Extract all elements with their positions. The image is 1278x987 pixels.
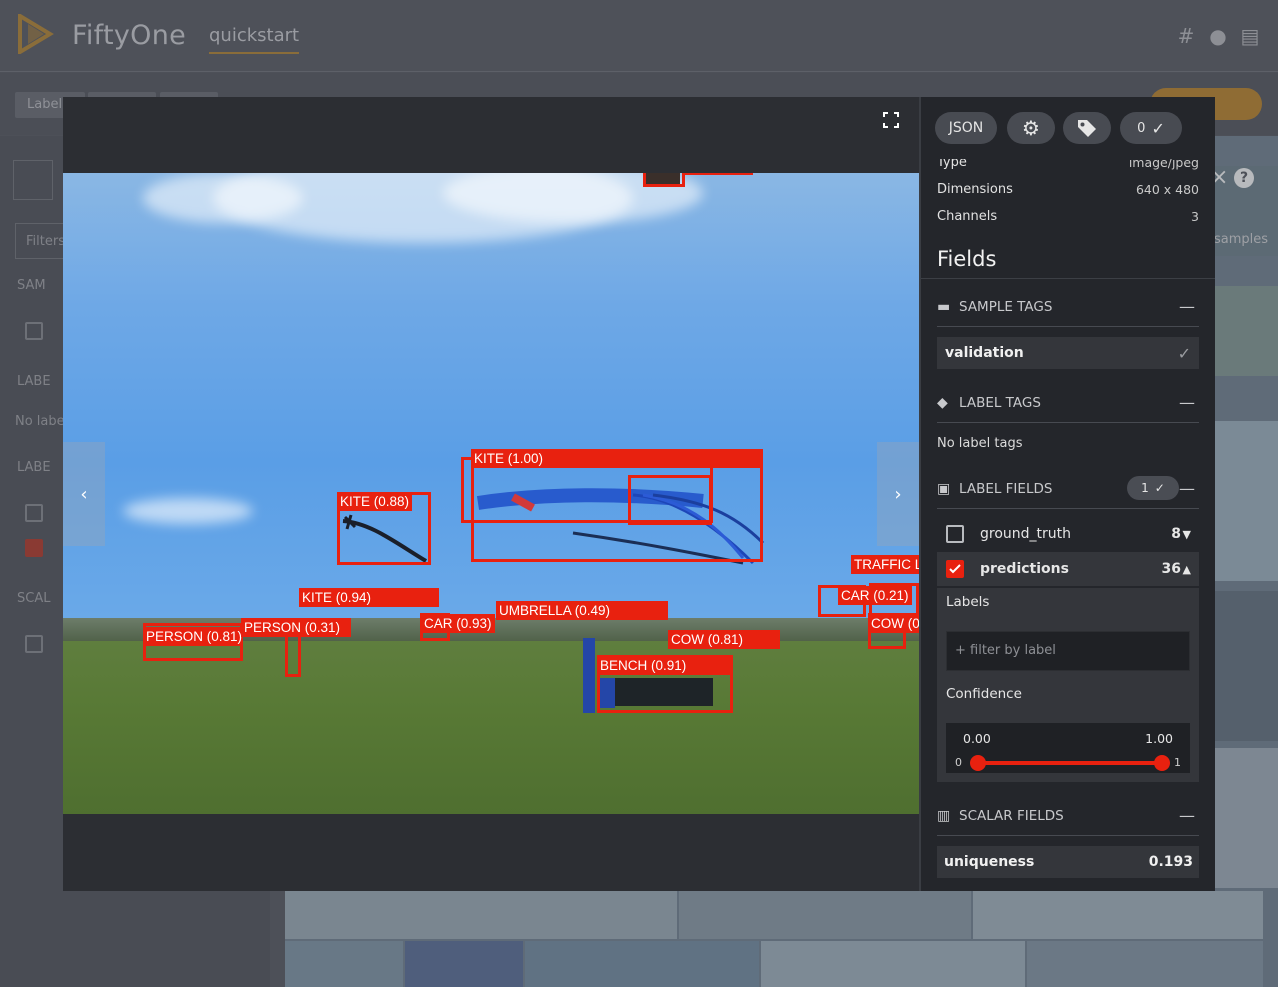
selected-labels-button[interactable]: 0 ✓ xyxy=(1120,112,1182,144)
detection-label: KITE (1.00) xyxy=(471,449,763,468)
field-checkbox[interactable] xyxy=(946,525,964,543)
confidence-max-value: 1.00 xyxy=(1145,731,1173,746)
sidebar-actions: JSON ⚙ 0 ✓ xyxy=(921,97,1215,159)
dataset-selector[interactable]: quickstart xyxy=(209,25,300,54)
selected-count: 0 xyxy=(1137,120,1146,136)
slider-min-handle[interactable] xyxy=(970,755,986,771)
no-labels-text: No label xyxy=(15,414,69,429)
collapse-icon[interactable]: — xyxy=(1179,297,1195,316)
sidebar-scalars-header: SCAL xyxy=(17,591,51,606)
bbox[interactable] xyxy=(683,173,753,175)
collapse-icon[interactable]: — xyxy=(1179,393,1195,412)
bg-checkbox[interactable] xyxy=(25,635,43,653)
field-predictions[interactable]: predictions 36 ▲ xyxy=(937,552,1199,586)
next-sample-button[interactable]: › xyxy=(877,442,919,546)
folder-icon: ▬ xyxy=(937,298,951,315)
label-tags-header[interactable]: ◆ LABEL TAGS — xyxy=(937,383,1199,423)
metadata-dimensions: Dimensions 640 x 480 xyxy=(937,182,1199,197)
check-icon: ✓ xyxy=(1154,481,1165,495)
bbox[interactable] xyxy=(628,475,712,525)
sample-modal: KITE (1.00) KITE (0.88) KITE (0.94) PERS… xyxy=(63,97,1215,891)
slack-icon[interactable]: # xyxy=(1174,24,1198,48)
help-icon[interactable]: ? xyxy=(1234,168,1254,188)
confidence-min-value: 0.00 xyxy=(963,731,991,746)
bg-checkbox[interactable] xyxy=(25,504,43,522)
caret-down-icon[interactable]: ▼ xyxy=(1183,528,1191,541)
detection-label: PERSON (0.31) xyxy=(241,618,351,637)
slider-max-handle[interactable] xyxy=(1154,755,1170,771)
sidebar-labels-header: LABE xyxy=(17,374,51,389)
slider-track[interactable] xyxy=(976,761,1160,765)
detection-label: BENCH (0.91) xyxy=(597,656,733,675)
label-fields-count-badge[interactable]: 1 ✓ xyxy=(1127,476,1179,500)
label-filter-input[interactable]: + filter by label xyxy=(946,631,1190,671)
detection-label: COW (0 xyxy=(868,614,919,633)
caret-up-icon[interactable]: ▲ xyxy=(1183,563,1191,576)
sidebar-toggle[interactable] xyxy=(13,160,53,200)
detection-label: COW (0.81) xyxy=(668,630,780,649)
slider-max-tick: 1 xyxy=(1174,756,1181,769)
scalar-uniqueness[interactable]: uniqueness 0.193 xyxy=(937,846,1199,878)
collapse-icon[interactable]: — xyxy=(1179,479,1195,498)
field-ground-truth[interactable]: ground_truth 8 ▼ xyxy=(937,517,1199,551)
detection-label: TRAFFIC L xyxy=(851,555,919,574)
predictions-filter-panel: Labels + filter by label Confidence 0.00… xyxy=(937,588,1199,782)
docs-icon[interactable]: ▤ xyxy=(1238,24,1262,48)
bg-checkbox[interactable] xyxy=(25,322,43,340)
previous-sample-button[interactable]: ‹ xyxy=(63,442,105,546)
metadata-channels: Channels 3 xyxy=(937,209,1199,224)
images-icon: ▣ xyxy=(937,480,951,497)
slider-min-tick: 0 xyxy=(955,756,962,769)
labels-heading: Labels xyxy=(946,594,990,610)
github-icon[interactable]: ● xyxy=(1206,24,1230,48)
json-button[interactable]: JSON xyxy=(935,112,997,144)
no-label-tags-text: No label tags xyxy=(937,436,1023,451)
collapse-icon[interactable]: — xyxy=(1179,806,1195,825)
sample-image[interactable]: KITE (1.00) KITE (0.88) KITE (0.94) PERS… xyxy=(63,173,919,814)
scalar-fields-header[interactable]: ▥ SCALAR FIELDS — xyxy=(937,796,1199,836)
field-checkbox[interactable] xyxy=(946,560,964,578)
detection-label: KITE (0.94) xyxy=(299,588,439,607)
fields-title: Fields xyxy=(937,247,997,271)
detection-label: CAR (0.93) xyxy=(421,614,495,633)
detection-label: UMBRELLA (0.49) xyxy=(496,601,668,620)
sample-sidebar: JSON ⚙ 0 ✓ Type image/jpeg Dimensions 640 … xyxy=(919,97,1215,891)
app-name: FiftyOne xyxy=(72,20,187,51)
detection-label: PERSON (0.81) xyxy=(143,627,243,646)
bar-chart-icon: ▥ xyxy=(937,807,951,824)
bbox[interactable] xyxy=(643,173,685,187)
sample-tag-validation[interactable]: validation ✓ xyxy=(937,337,1199,369)
confidence-heading: Confidence xyxy=(946,686,1022,702)
tag-icon xyxy=(1078,120,1096,137)
check-icon: ✓ xyxy=(1151,118,1165,138)
detection-label: KITE (0.88) xyxy=(337,492,413,511)
detection-label: CAR (0.21) xyxy=(838,586,912,605)
top-bar: FiftyOne quickstart # ● ▤ xyxy=(0,0,1278,72)
fullscreen-icon[interactable] xyxy=(876,105,906,135)
samples-count-text: samples xyxy=(1214,232,1269,247)
gear-icon: ⚙ xyxy=(1022,116,1040,140)
image-viewer: KITE (1.00) KITE (0.88) KITE (0.94) PERS… xyxy=(63,97,919,891)
fiftyone-logo-icon xyxy=(18,14,54,54)
bg-checkbox[interactable] xyxy=(25,539,43,557)
sidebar-samples-header: SAM xyxy=(17,278,46,293)
settings-button[interactable]: ⚙ xyxy=(1007,112,1055,144)
check-icon: ✓ xyxy=(1177,343,1191,363)
tag-icon: ◆ xyxy=(937,394,948,411)
sidebar-labels-header-2: LABE xyxy=(17,460,51,475)
confidence-slider[interactable]: 0.00 1.00 0 1 xyxy=(946,723,1190,773)
sample-tags-header[interactable]: ▬ SAMPLE TAGS — xyxy=(937,287,1199,327)
tag-button[interactable] xyxy=(1063,112,1111,144)
